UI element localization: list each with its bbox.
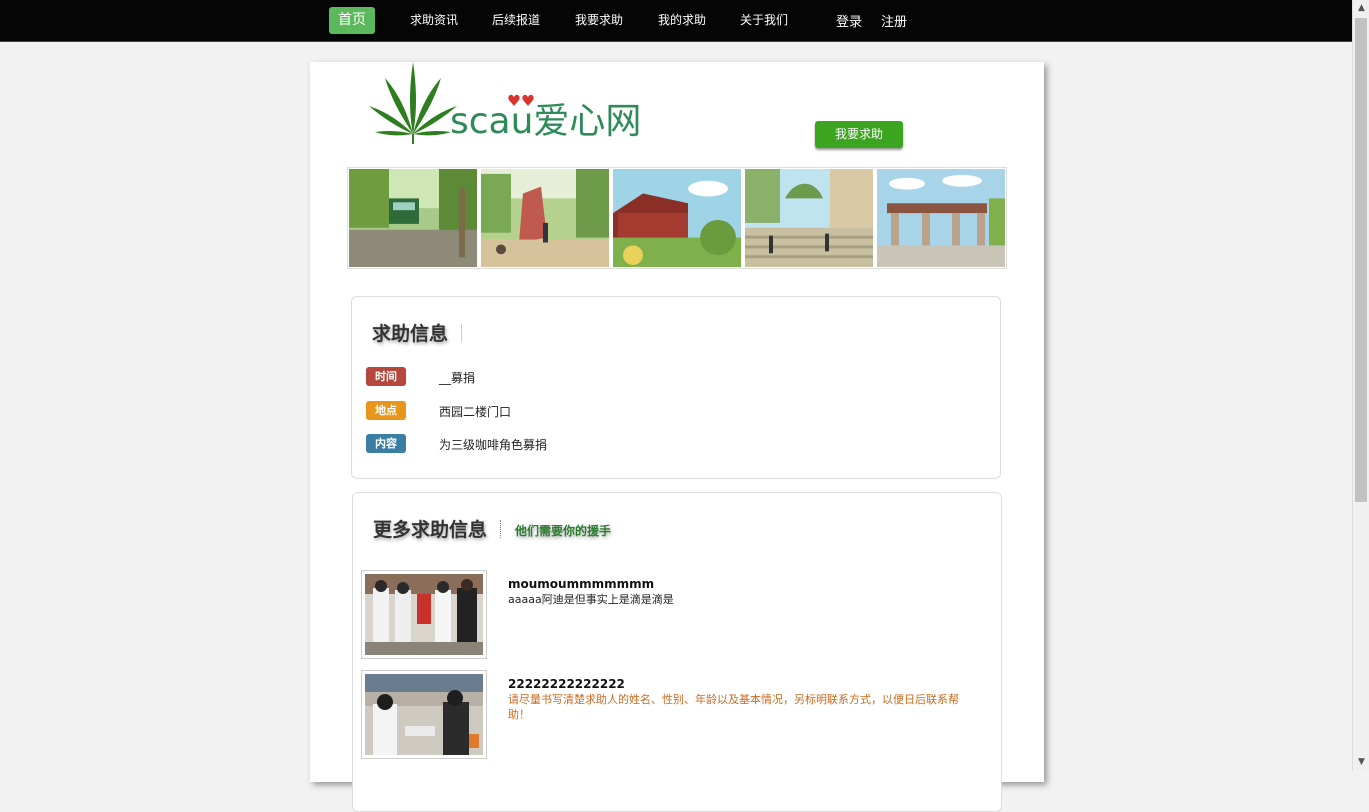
list-item-title[interactable]: 22222222222222 [508, 677, 625, 691]
list-item-thumbnail[interactable] [361, 670, 487, 759]
title-divider [461, 324, 463, 342]
nav-item-home[interactable]: 首页 [329, 7, 375, 34]
content-label: 内容 [366, 434, 406, 453]
login-link[interactable]: 登录 [827, 9, 871, 36]
gallery-image-gate[interactable] [877, 169, 1005, 267]
leaf-logo-icon [369, 62, 457, 144]
scroll-up-arrow-icon[interactable]: ▲ [1353, 0, 1369, 17]
location-label: 地点 [366, 401, 406, 420]
more-help-subtitle: 他们需要你的援手 [515, 524, 612, 538]
gallery-image-bus[interactable] [349, 169, 477, 267]
scroll-thumb[interactable] [1355, 18, 1367, 502]
top-navigation-bar: 首页 求助资讯 后续报道 我要求助 我的求助 关于我们 登录 注册 [0, 0, 1352, 42]
gallery-image-rock[interactable] [481, 169, 609, 267]
more-help-card: 更多求助信息 他们需要你的援手 moumoummmmmmm aaaaa阿迪是但事… [352, 492, 1002, 812]
nav-item-help-news[interactable]: 求助资讯 [401, 7, 467, 34]
nav-item-request-help[interactable]: 我要求助 [566, 7, 632, 34]
scroll-down-arrow-icon[interactable]: ▼ [1353, 754, 1369, 771]
nav-item-follow-up[interactable]: 后续报道 [483, 7, 549, 34]
help-info-title: 求助信息 [372, 323, 449, 345]
list-item-description: 请尽量书写清楚求助人的姓名、性别、年龄以及基本情况，另标明联系方式，以便日后联系… [508, 693, 959, 721]
more-help-title: 更多求助信息 [373, 519, 488, 541]
content-value: 为三级咖啡角色募捐 [439, 438, 548, 452]
request-help-button[interactable]: 我要求助 [815, 121, 903, 148]
logo-text: scau爱心网 [450, 101, 642, 142]
nav-item-my-requests[interactable]: 我的求助 [649, 7, 715, 34]
title-divider [500, 520, 502, 538]
help-info-card: 求助信息 时间 __募捐 地点 西园二楼门口 内容 为三级咖啡角色募捐 [351, 296, 1001, 479]
time-label: 时间 [366, 367, 406, 386]
register-link[interactable]: 注册 [872, 9, 916, 36]
campus-picture-gallery [347, 167, 1007, 269]
list-item-title[interactable]: moumoummmmmmm [508, 577, 654, 591]
gallery-image-stairs[interactable] [745, 169, 873, 267]
location-value: 西园二楼门口 [439, 405, 512, 419]
site-logo[interactable]: scau爱心网 [368, 62, 668, 146]
gallery-image-building[interactable] [613, 169, 741, 267]
vertical-scrollbar[interactable]: ▲ ▼ [1352, 0, 1369, 771]
nav-item-about[interactable]: 关于我们 [731, 7, 797, 34]
list-item-description: aaaaa阿迪是但事实上是滴是滴是 [508, 593, 674, 606]
time-value: __募捐 [439, 371, 476, 385]
list-item-thumbnail[interactable] [361, 570, 487, 659]
main-content-panel: scau爱心网 我要求助 求助信息 时间 __募捐 地点 西园二楼门口 内容 为… [310, 62, 1044, 812]
